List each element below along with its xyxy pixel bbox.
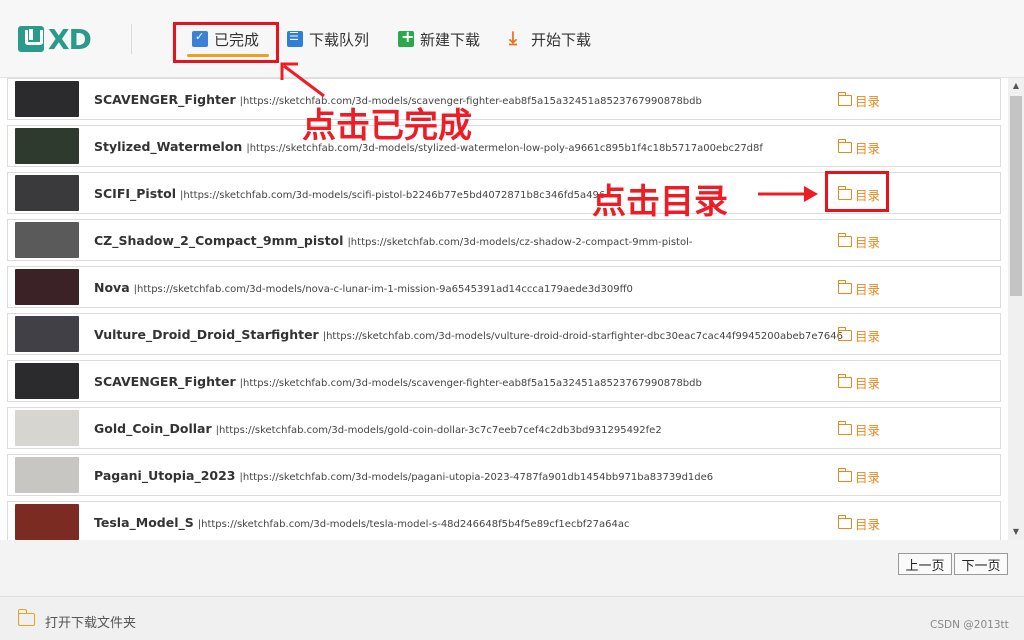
vertical-scrollbar[interactable]: ▲ ▼ xyxy=(1008,78,1024,540)
item-title: SCIFI_Pistol xyxy=(94,186,177,201)
item-title: Tesla_Model_S xyxy=(94,515,194,530)
open-directory-link[interactable]: 目录 xyxy=(837,373,881,392)
model-thumbnail xyxy=(15,269,79,305)
annotation-box-completed xyxy=(173,22,279,63)
directory-label: 目录 xyxy=(855,329,881,344)
toolbar-divider xyxy=(131,24,132,54)
model-thumbnail xyxy=(15,175,79,211)
annotation-text-directory: 点击目录 xyxy=(592,182,728,222)
list-item: SCAVENGER_Fighter |https://sketchfab.com/… xyxy=(7,360,1001,402)
directory-label: 目录 xyxy=(855,376,881,391)
open-directory-link[interactable]: 目录 xyxy=(837,420,881,439)
open-directory-link[interactable]: 目录 xyxy=(837,232,881,251)
annotation-arrow-up-left-icon xyxy=(280,62,325,98)
folder-icon xyxy=(837,374,852,388)
next-page-button[interactable]: 下一页 xyxy=(954,553,1008,575)
model-thumbnail xyxy=(15,222,79,258)
open-download-folder-link[interactable]: 打开下载文件夹 xyxy=(45,612,136,631)
open-directory-link[interactable]: 目录 xyxy=(837,279,881,298)
download-logo-icon xyxy=(18,26,44,52)
item-url: |https://sketchfab.com/3d-models/gold-co… xyxy=(215,425,662,436)
item-title: Gold_Coin_Dollar xyxy=(94,421,212,436)
annotation-text-completed: 点击已完成 xyxy=(302,106,472,146)
footer-bar: 打开下载文件夹 xyxy=(0,596,1024,640)
model-thumbnail xyxy=(15,504,79,540)
item-url: |https://sketchfab.com/3d-models/tesla-m… xyxy=(197,519,630,530)
watermark: CSDN @2013tt xyxy=(930,619,1009,631)
list-icon xyxy=(287,30,303,47)
folder-icon xyxy=(837,327,852,341)
item-title: Stylized_Watermelon xyxy=(94,139,243,154)
toolbar: XD 已完成 下载队列 新建下载 开始下载 xyxy=(0,0,1024,78)
annotation-arrow-right-icon xyxy=(758,186,818,202)
directory-label: 目录 xyxy=(855,282,881,297)
folder-icon xyxy=(837,421,852,435)
start-download-button[interactable]: 开始下载 xyxy=(509,26,591,52)
list-item: SCAVENGER_Fighter |https://sketchfab.com/… xyxy=(7,78,1001,120)
download-icon xyxy=(509,28,525,49)
model-thumbnail xyxy=(15,128,79,164)
scroll-thumb[interactable] xyxy=(1010,96,1022,296)
list-item: Tesla_Model_S |https://sketchfab.com/3d-m… xyxy=(7,501,1001,540)
list-item: Vulture_Droid_Droid_Starfighter |https://… xyxy=(7,313,1001,355)
item-url: |https://sketchfab.com/3d-models/scifi-p… xyxy=(180,190,606,201)
tab-download-queue-label: 下载队列 xyxy=(309,30,370,49)
logo-text: XD xyxy=(48,22,92,56)
folder-icon xyxy=(837,468,852,482)
directory-label: 目录 xyxy=(855,141,881,156)
item-title: Nova xyxy=(94,280,130,295)
open-directory-link[interactable]: 目录 xyxy=(837,326,881,345)
plus-icon xyxy=(398,27,414,47)
item-title: Pagani_Utopia_2023 xyxy=(94,468,236,483)
open-directory-link[interactable]: 目录 xyxy=(837,467,881,486)
list-item: Pagani_Utopia_2023 |https://sketchfab.com… xyxy=(7,454,1001,496)
list-item: CZ_Shadow_2_Compact_9mm_pistol |https://s… xyxy=(7,219,1001,261)
tab-download-queue[interactable]: 下载队列 xyxy=(287,26,369,52)
start-download-label: 开始下载 xyxy=(531,30,592,49)
directory-label: 目录 xyxy=(855,423,881,438)
folder-icon xyxy=(837,139,852,153)
item-url: |https://sketchfab.com/3d-models/nova-c-… xyxy=(133,284,633,295)
folder-icon[interactable] xyxy=(17,609,35,626)
model-thumbnail xyxy=(15,363,79,399)
item-title: Vulture_Droid_Droid_Starfighter xyxy=(94,327,319,342)
folder-icon xyxy=(837,515,852,529)
model-thumbnail xyxy=(15,81,79,117)
directory-label: 目录 xyxy=(855,94,881,109)
list-item: Nova |https://sketchfab.com/3d-models/nov… xyxy=(7,266,1001,308)
annotation-box-directory xyxy=(825,171,889,212)
model-thumbnail xyxy=(15,410,79,446)
new-download-label: 新建下载 xyxy=(420,30,481,49)
model-thumbnail xyxy=(15,316,79,352)
item-url: |https://sketchfab.com/3d-models/scaveng… xyxy=(239,378,702,389)
directory-label: 目录 xyxy=(855,517,881,532)
scroll-up-icon[interactable]: ▲ xyxy=(1008,78,1024,94)
item-url: |https://sketchfab.com/3d-models/pagani-… xyxy=(239,472,714,483)
new-download-button[interactable]: 新建下载 xyxy=(398,26,480,52)
open-directory-link[interactable]: 目录 xyxy=(837,138,881,157)
directory-label: 目录 xyxy=(855,235,881,250)
item-title: SCAVENGER_Fighter xyxy=(94,92,236,107)
list-item: Stylized_Watermelon |https://sketchfab.co… xyxy=(7,125,1001,167)
folder-icon xyxy=(837,280,852,294)
folder-icon xyxy=(837,92,852,106)
prev-page-button[interactable]: 上一页 xyxy=(898,553,952,575)
completed-list: SCAVENGER_Fighter |https://sketchfab.com/… xyxy=(0,78,1024,540)
open-directory-link[interactable]: 目录 xyxy=(837,514,881,533)
scroll-down-icon[interactable]: ▼ xyxy=(1008,524,1024,540)
list-item: Gold_Coin_Dollar |https://sketchfab.com/3… xyxy=(7,407,1001,449)
model-thumbnail xyxy=(15,457,79,493)
item-title: CZ_Shadow_2_Compact_9mm_pistol xyxy=(94,233,344,248)
item-title: SCAVENGER_Fighter xyxy=(94,374,236,389)
folder-icon xyxy=(837,233,852,247)
item-url: |https://sketchfab.com/3d-models/vulture… xyxy=(322,331,843,342)
item-url: |https://sketchfab.com/3d-models/cz-shad… xyxy=(347,237,693,248)
directory-label: 目录 xyxy=(855,470,881,485)
open-directory-link[interactable]: 目录 xyxy=(837,91,881,110)
app-logo: XD xyxy=(18,22,92,56)
